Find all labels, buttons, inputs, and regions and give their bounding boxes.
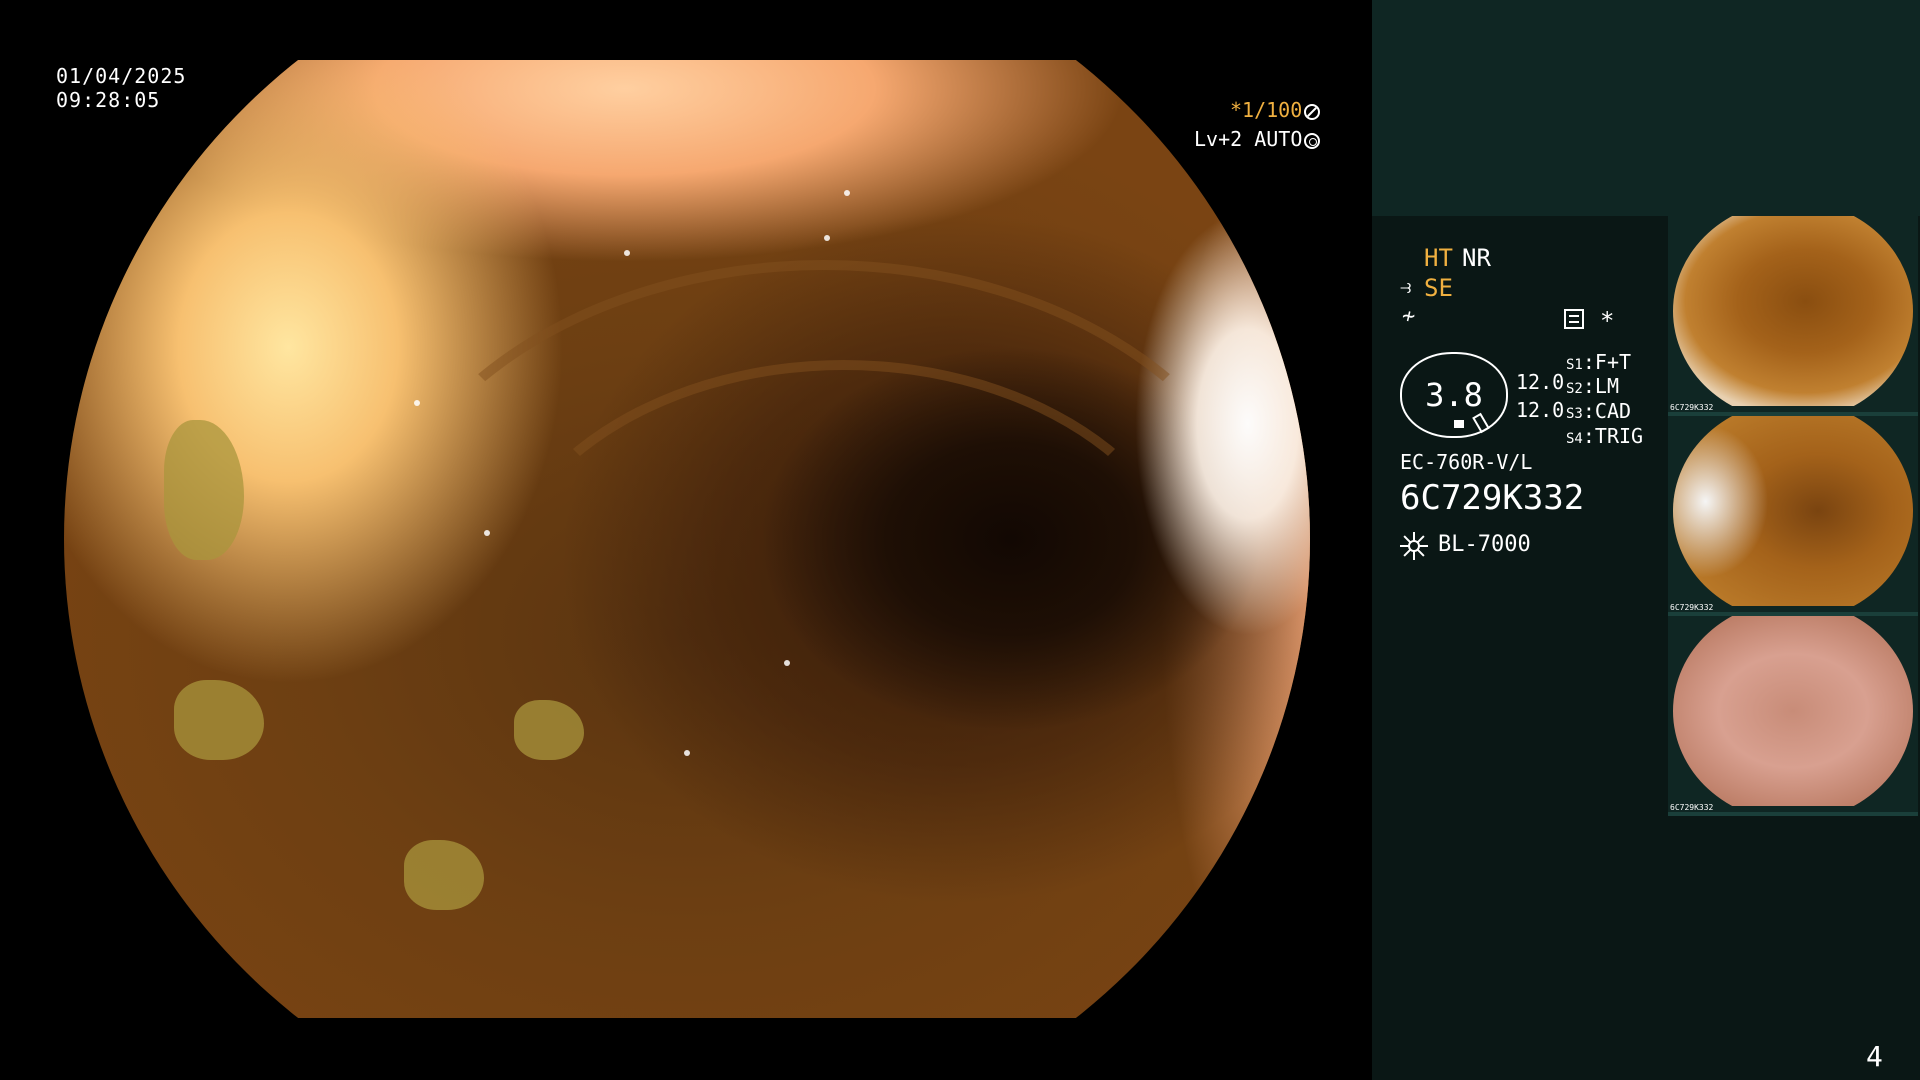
switch-4: S4:TRIG — [1566, 424, 1644, 448]
nr-indicator: NR — [1462, 244, 1491, 272]
light-reflection — [684, 750, 690, 756]
light-source-icon — [1400, 532, 1428, 560]
switch-3: S3:CAD — [1566, 399, 1632, 423]
thumbnail-caption: 6C729K332 — [1670, 803, 1714, 812]
shutter-speed: *1/100 — [1230, 98, 1321, 122]
captured-image-thumbnail[interactable]: 6C729K332 — [1668, 416, 1918, 616]
se-indicator: SE — [1424, 274, 1453, 302]
value-2: 12.0 — [1516, 398, 1565, 422]
light-reflection — [484, 530, 490, 536]
zoom-gauge: 3.8 — [1400, 352, 1508, 438]
brightness-level: Lv+2 AUTO — [1194, 127, 1321, 151]
light-reflection — [824, 235, 830, 241]
switch-1: S1:F+T — [1566, 350, 1632, 374]
endoscope-view: 01/04/2025 09:28:05 *1/100 Lv+2 AUTO — [0, 0, 1372, 1080]
switch-2: S2:LM — [1566, 374, 1619, 398]
stool-deposit — [164, 420, 244, 560]
endoscopic-image — [64, 60, 1310, 1018]
thumbnail-image — [1673, 216, 1913, 406]
switch-value: TRIG — [1594, 424, 1644, 448]
switch-value: F+T — [1594, 350, 1632, 374]
thumbnail-image — [1673, 616, 1913, 806]
light-source-model: BL-7000 — [1438, 532, 1531, 557]
switch-key: S2 — [1566, 381, 1583, 397]
shutter-icon — [1304, 103, 1321, 120]
asterisk-icon: ∗ — [1600, 302, 1615, 330]
light-reflection — [784, 660, 790, 666]
thumbnail-image — [1673, 416, 1913, 606]
exam-time: 09:28:05 — [56, 88, 161, 112]
menu-icon — [1564, 309, 1584, 329]
light-reflection — [414, 400, 420, 406]
gauge-indicator — [1454, 420, 1464, 428]
switch-value: CAD — [1594, 399, 1632, 423]
gauge-tick-icon — [1472, 412, 1490, 434]
noise-filter-icon: ≁ — [1402, 304, 1416, 329]
light-reflection — [624, 250, 630, 256]
serial-number: 6C729K332 — [1400, 478, 1585, 518]
captured-image-thumbnail[interactable]: 6C729K332 — [1668, 616, 1918, 816]
captured-image-thumbnail[interactable]: 6C729K332 — [1668, 216, 1918, 416]
gauge-value: 3.8 — [1425, 376, 1483, 414]
switch-key: S4 — [1566, 431, 1583, 447]
stool-deposit — [404, 840, 484, 910]
switch-key: S1 — [1566, 357, 1583, 373]
level-value: Lv+2 AUTO — [1194, 127, 1303, 151]
switch-value: LM — [1594, 374, 1619, 398]
light-core — [1408, 540, 1420, 552]
exam-date: 01/04/2025 — [56, 64, 187, 88]
mucosal-fold — [364, 260, 1284, 930]
auto-iris-icon — [1304, 132, 1321, 149]
thumbnail-caption: 6C729K332 — [1670, 603, 1714, 612]
value-1: 12.0 — [1516, 370, 1565, 394]
thumbnail-bar — [1668, 812, 1918, 816]
stool-deposit — [174, 680, 264, 760]
thumbnail-caption: 6C729K332 — [1670, 403, 1714, 412]
page-number: 4 — [1866, 1040, 1883, 1073]
shutter-value: *1/100 — [1230, 98, 1303, 122]
structure-enhancement-icon: ⥽ — [1400, 274, 1412, 298]
ht-indicator: HT — [1424, 244, 1453, 272]
panel-header — [1372, 0, 1920, 216]
light-reflection — [844, 190, 850, 196]
switch-key: S3 — [1566, 406, 1583, 422]
scope-model: EC-760R-V/L — [1400, 450, 1533, 474]
info-panel: HT NR ⥽ SE ≁ ∗ 3.8 12.0 12.0 S1:F+T S2:L… — [1372, 0, 1920, 1080]
